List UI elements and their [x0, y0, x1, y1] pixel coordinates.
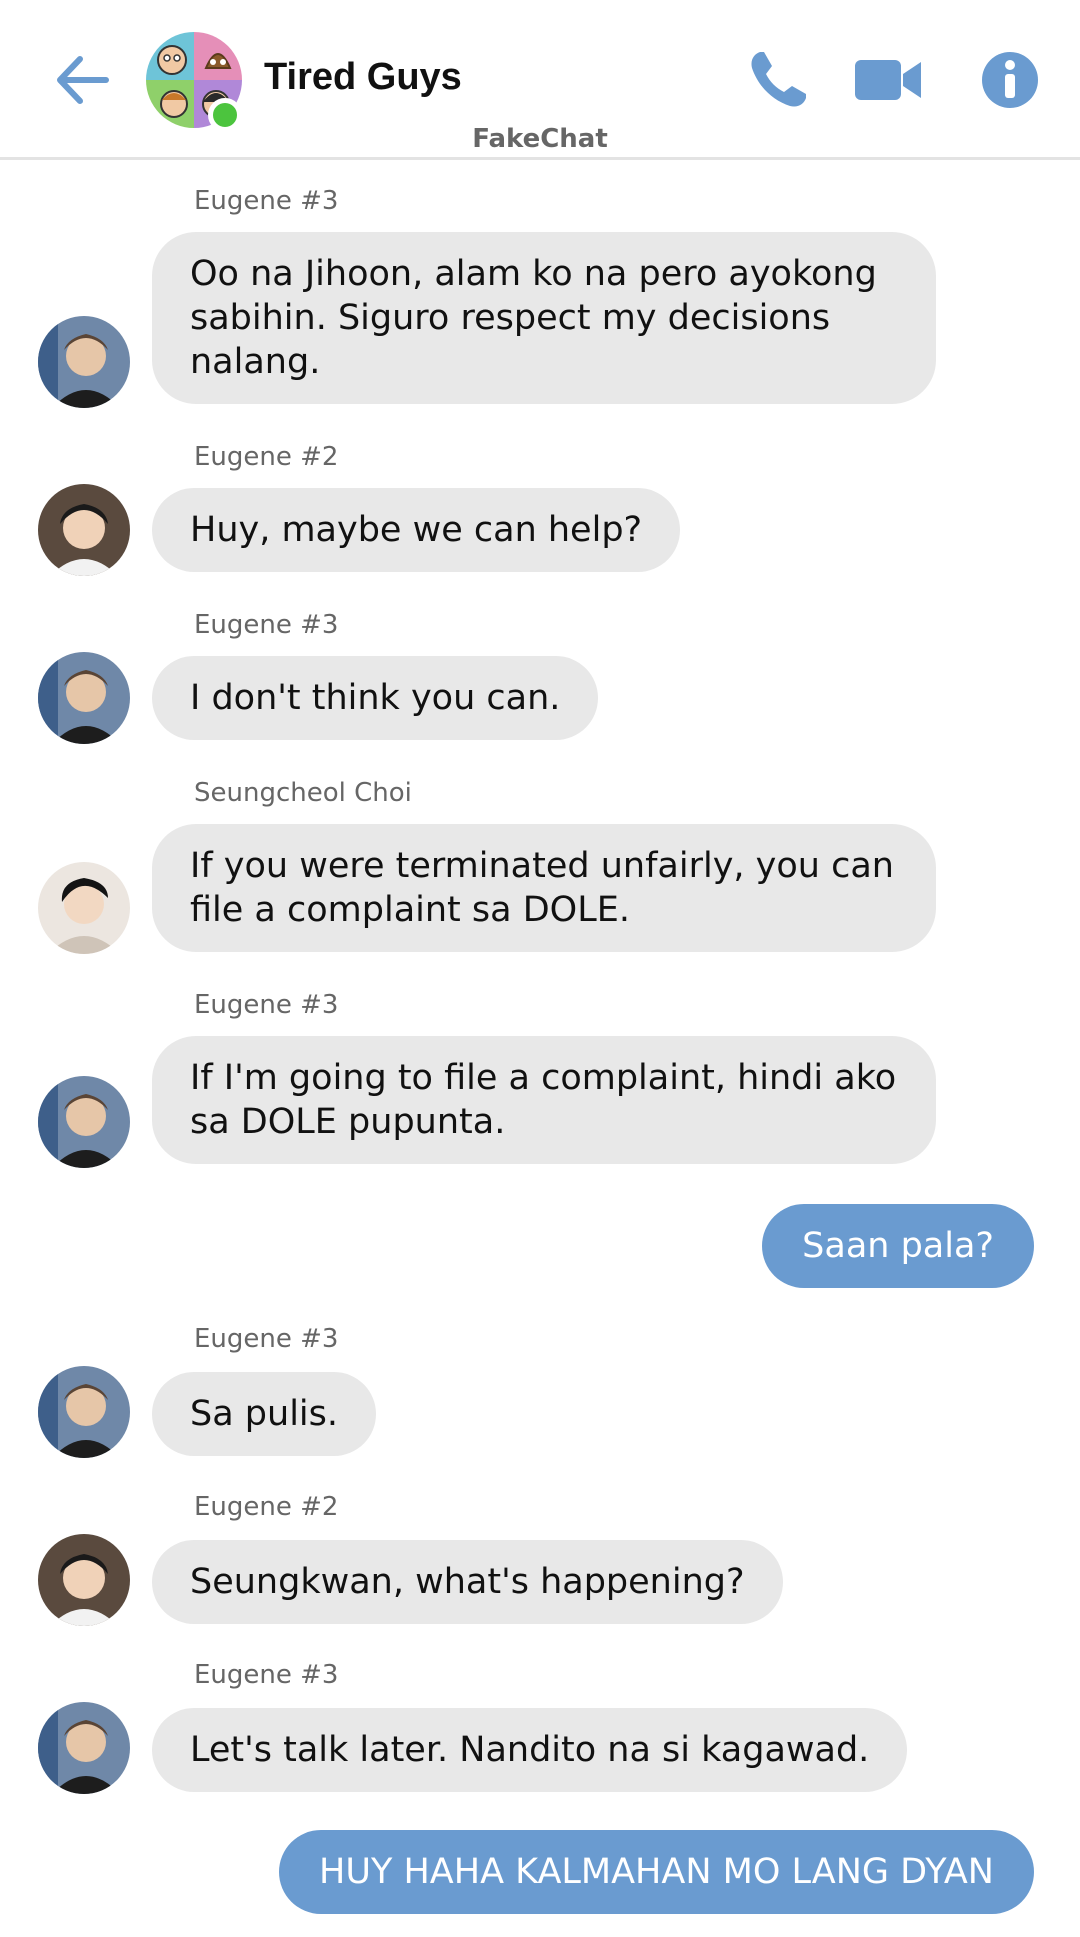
back-button[interactable] [50, 48, 114, 112]
back-arrow-icon [57, 56, 109, 104]
avatar[interactable] [38, 316, 130, 408]
message-bubble[interactable]: Oo na Jihoon, alam ko na pero ayokong sa… [152, 232, 936, 404]
message-bubble-outgoing[interactable]: Saan pala? [762, 1204, 1034, 1288]
video-camera-icon [855, 60, 921, 100]
sender-name: Eugene #2 [194, 442, 339, 472]
avatar[interactable] [38, 1702, 130, 1794]
message-bubble[interactable]: Let's talk later. Nandito na si kagawad. [152, 1708, 908, 1792]
avatar[interactable] [38, 484, 130, 576]
avatar[interactable] [38, 862, 130, 954]
call-button[interactable] [742, 48, 814, 112]
info-button[interactable] [974, 48, 1046, 112]
avatar[interactable] [38, 1534, 130, 1626]
sender-name: Eugene #3 [194, 990, 339, 1020]
chat-title[interactable]: Tired Guys [264, 56, 462, 99]
chat-header: Tired Guys FakeChat [0, 0, 1080, 160]
info-icon [982, 52, 1038, 108]
avatar[interactable] [38, 652, 130, 744]
message-bubble[interactable]: Sa pulis. [152, 1372, 376, 1456]
message-bubble[interactable]: Huy, maybe we can help? [152, 488, 681, 572]
sender-name: Eugene #3 [194, 1660, 339, 1690]
video-call-button[interactable] [852, 48, 924, 112]
message-bubble[interactable]: If you were terminated unfairly, you can… [152, 824, 936, 952]
sender-name: Eugene #3 [194, 610, 339, 640]
message-bubble[interactable]: I don't think you can. [152, 656, 599, 740]
sender-name: Eugene #2 [194, 1492, 339, 1522]
sender-name: Seungcheol Choi [194, 778, 412, 808]
avatar[interactable] [38, 1366, 130, 1458]
sender-name: Eugene #3 [194, 1324, 339, 1354]
watermark: FakeChat [472, 124, 608, 154]
message-bubble[interactable]: Seungkwan, what's happening? [152, 1540, 783, 1624]
sender-name: Eugene #3 [194, 186, 339, 216]
phone-icon [751, 52, 806, 107]
message-bubble[interactable]: If I'm going to file a complaint, hindi … [152, 1036, 936, 1164]
avatar[interactable] [38, 1076, 130, 1168]
message-bubble-outgoing[interactable]: HUY HAHA KALMAHAN MO LANG DYAN [279, 1830, 1034, 1914]
